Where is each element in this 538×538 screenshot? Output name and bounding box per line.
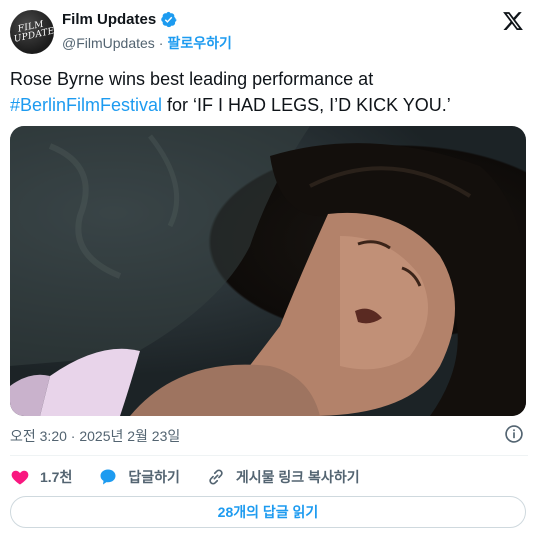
reply-bubble-icon xyxy=(100,469,116,485)
name-row: Film Updates xyxy=(62,11,177,28)
tweet-text-suffix: for ‘IF I HAD LEGS, I’D KICK YOU.’ xyxy=(162,95,451,115)
reply-button[interactable]: 답글하기 xyxy=(98,467,180,487)
link-icon xyxy=(209,469,223,485)
heart-icon xyxy=(11,470,29,485)
reply-label: 답글하기 xyxy=(128,469,180,485)
separator-dot: · xyxy=(158,35,164,51)
verified-badge-icon xyxy=(161,11,177,28)
copy-link-label: 게시물 링크 복사하기 xyxy=(235,469,360,485)
media-illustration xyxy=(10,126,526,416)
tweet-text: Rose Byrne wins best leading performance… xyxy=(10,66,528,118)
handle-row: @FilmUpdates · 팔로우하기 xyxy=(62,33,232,53)
avatar[interactable]: FILM UPDATES xyxy=(10,10,54,54)
action-bar: 1.7천 답글하기 게시물 링크 복사하기 xyxy=(10,465,386,489)
display-name[interactable]: Film Updates xyxy=(62,11,156,28)
follow-button[interactable]: 팔로우하기 xyxy=(167,33,231,53)
copy-link-button[interactable]: 게시물 링크 복사하기 xyxy=(206,467,360,487)
tweet-media-image[interactable] xyxy=(10,126,526,416)
likes-count: 1.7천 xyxy=(40,469,73,485)
read-replies-button[interactable]: 28개의 답글 읽기 xyxy=(10,496,526,528)
like-button[interactable]: 1.7천 xyxy=(10,467,72,487)
hashtag-link[interactable]: #BerlinFilmFestival xyxy=(10,95,162,115)
tweet-timestamp[interactable]: 오전 3:20 · 2025년 2월 23일 xyxy=(10,426,180,446)
info-icon[interactable] xyxy=(504,424,524,444)
x-logo-icon[interactable] xyxy=(502,10,524,32)
divider xyxy=(10,455,528,456)
tweet-header: FILM UPDATES Film Updates @FilmUpdates ·… xyxy=(10,8,528,56)
handle[interactable]: @FilmUpdates xyxy=(62,35,155,51)
tweet-text-prefix: Rose Byrne wins best leading performance… xyxy=(10,69,374,89)
avatar-logo-text: FILM UPDATES xyxy=(13,19,54,45)
